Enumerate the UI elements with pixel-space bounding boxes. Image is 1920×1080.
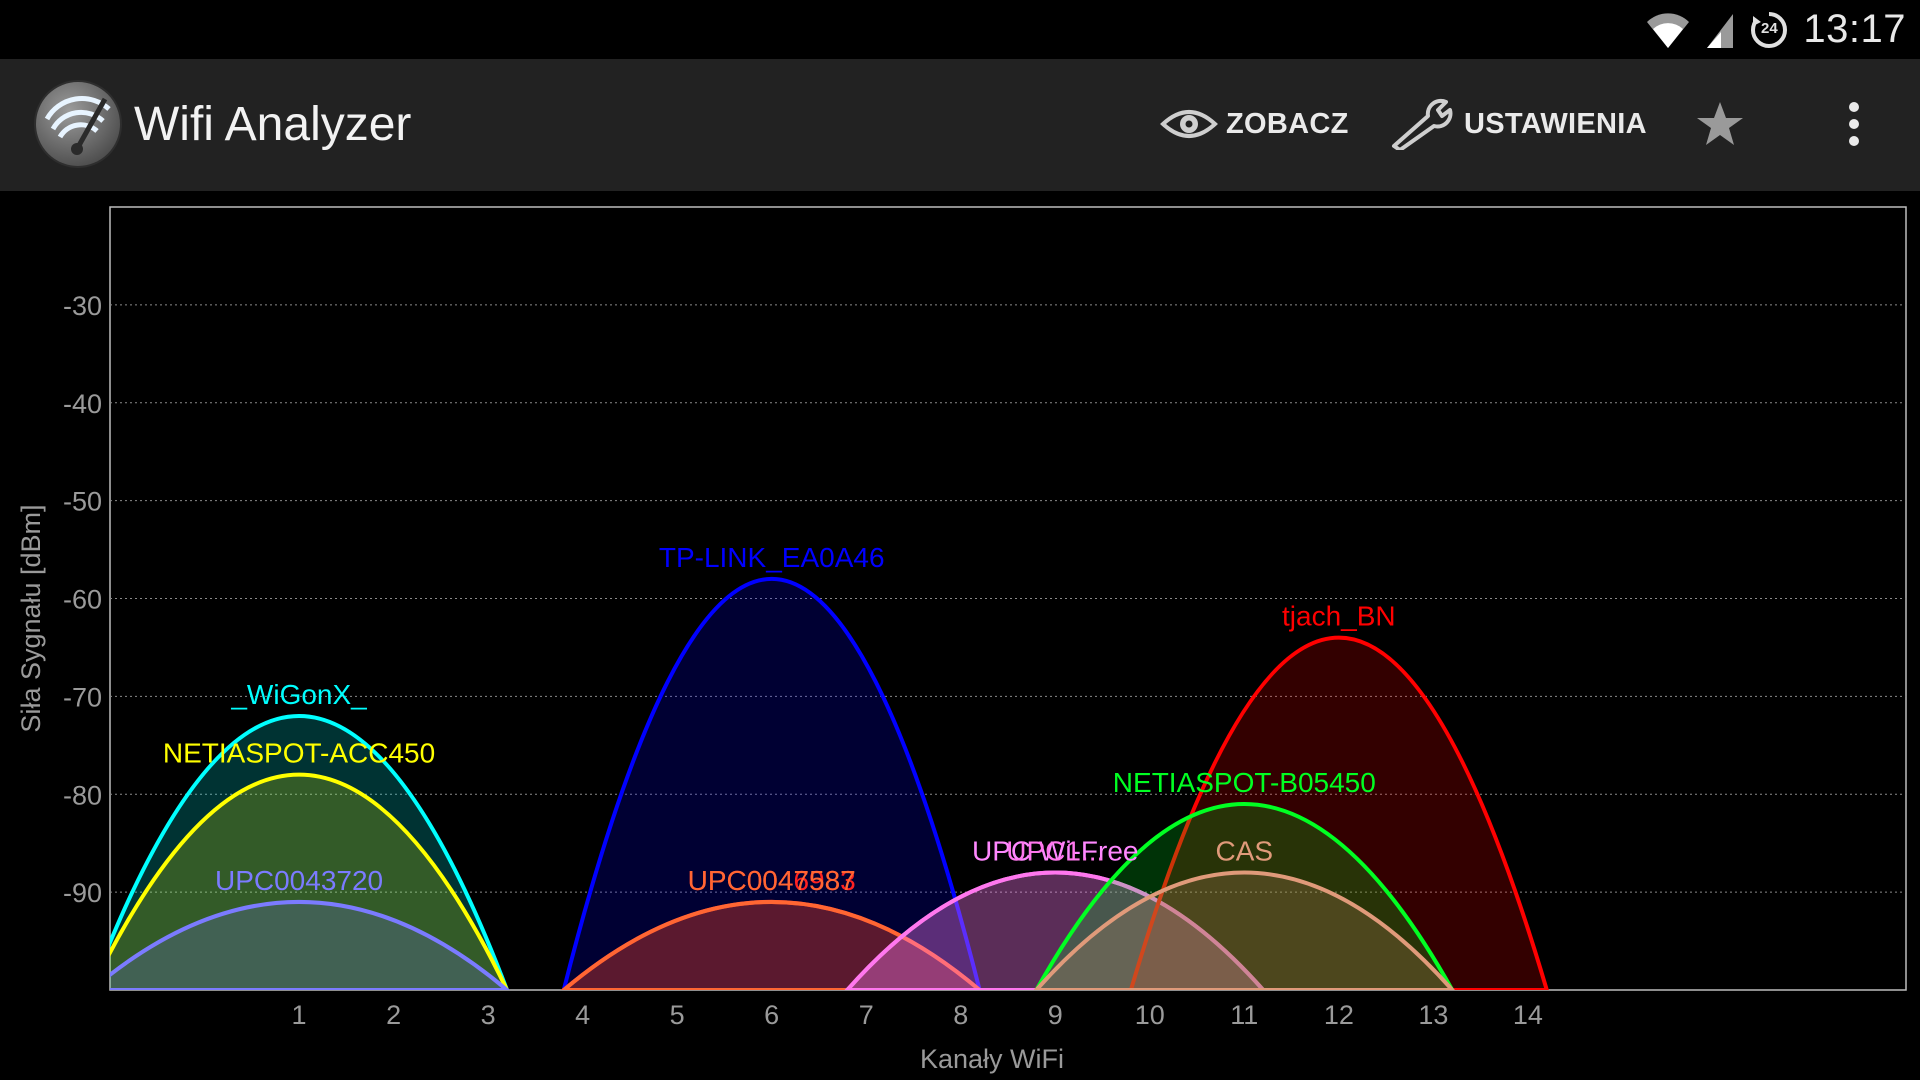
x-tick-label: 5 bbox=[670, 1000, 685, 1030]
status-time: 13:17 bbox=[1803, 7, 1906, 51]
channel-graph[interactable]: -30 -40 -50 -60 -70 -80 -90 1 2 3 4 5 6 7 8 9 10 11 12 13 14… bbox=[0, 191, 1920, 1080]
x-axis-label: Kanały WiFi bbox=[920, 1044, 1064, 1074]
x-tick-label: 1 bbox=[292, 1000, 307, 1030]
x-tick-label: 9 bbox=[1048, 1000, 1063, 1030]
overflow-menu-button[interactable] bbox=[1826, 89, 1882, 159]
x-tick-label: 4 bbox=[575, 1000, 590, 1030]
settings-button-label: USTAWIENIA bbox=[1464, 107, 1647, 140]
wrench-icon bbox=[1392, 98, 1453, 150]
x-tick-label: 14 bbox=[1513, 1000, 1543, 1030]
channel-graph-svg: -30-40-50-60-70-80-901 2 3 4 5 6 7 8 9 10 11 12 13 14… bbox=[16, 206, 1907, 1074]
x-tick-label: 12 bbox=[1324, 1000, 1354, 1030]
network-label: _WiGonX_ bbox=[230, 679, 367, 710]
see-button-label: ZOBACZ bbox=[1226, 107, 1349, 140]
x-tick-label: 7 bbox=[859, 1000, 874, 1030]
x-tick-label: 6 bbox=[764, 1000, 779, 1030]
network-label: UPC0043720 bbox=[215, 865, 383, 896]
settings-button[interactable]: USTAWIENIA bbox=[1388, 89, 1647, 159]
status-bar: 24 13:17 bbox=[0, 0, 1920, 59]
x-tick-label: 10 bbox=[1135, 1000, 1165, 1030]
app-title: Wifi Analyzer bbox=[134, 98, 412, 151]
network-label: NETIASPOT-B05450 bbox=[1113, 767, 1376, 798]
cell-signal-icon bbox=[1707, 13, 1734, 48]
y-axis-label: Siła Sygnału [dBm] bbox=[16, 504, 46, 732]
y-tick-label: -50 bbox=[63, 487, 102, 517]
x-tick-label: 13 bbox=[1418, 1000, 1448, 1030]
y-tick-label: -60 bbox=[63, 585, 102, 615]
network-label: CAS bbox=[1216, 836, 1274, 867]
network-label: tjach_BN bbox=[1282, 601, 1396, 632]
wifi-signal-icon bbox=[1647, 12, 1690, 48]
network-label: NETIASPOT-ACC450 bbox=[163, 738, 435, 769]
overflow-menu-icon bbox=[1849, 102, 1859, 146]
y-tick-label: -90 bbox=[63, 878, 102, 908]
x-tick-label: 11 bbox=[1230, 1000, 1258, 1030]
app-action-bar: Wifi Analyzer ZOBACZ USTAWIENIA bbox=[0, 59, 1920, 191]
y-tick-label: -80 bbox=[63, 780, 102, 810]
clock-24-icon: 24 bbox=[1749, 10, 1789, 50]
status-icons: 24 13:17 bbox=[1645, 0, 1906, 59]
wifi-analyzer-logo-icon[interactable] bbox=[33, 79, 123, 169]
y-tick-label: -40 bbox=[63, 389, 102, 419]
clock-badge-text: 24 bbox=[1761, 19, 1778, 37]
y-tick-label: -70 bbox=[63, 682, 102, 712]
network-label: UPC1... bbox=[1006, 836, 1104, 867]
x-tick-label: 3 bbox=[481, 1000, 496, 1030]
eye-icon bbox=[1160, 110, 1218, 138]
y-tick-label: -30 bbox=[63, 291, 102, 321]
see-button[interactable]: ZOBACZ bbox=[1160, 89, 1349, 159]
star-icon bbox=[1697, 102, 1743, 145]
favorite-button[interactable] bbox=[1690, 89, 1750, 159]
x-tick-label: 8 bbox=[953, 1000, 968, 1030]
x-tick-label: 2 bbox=[386, 1000, 401, 1030]
network-label: TP-LINK_EA0A46 bbox=[659, 542, 885, 573]
network-label: UPC0047587 bbox=[688, 865, 856, 896]
